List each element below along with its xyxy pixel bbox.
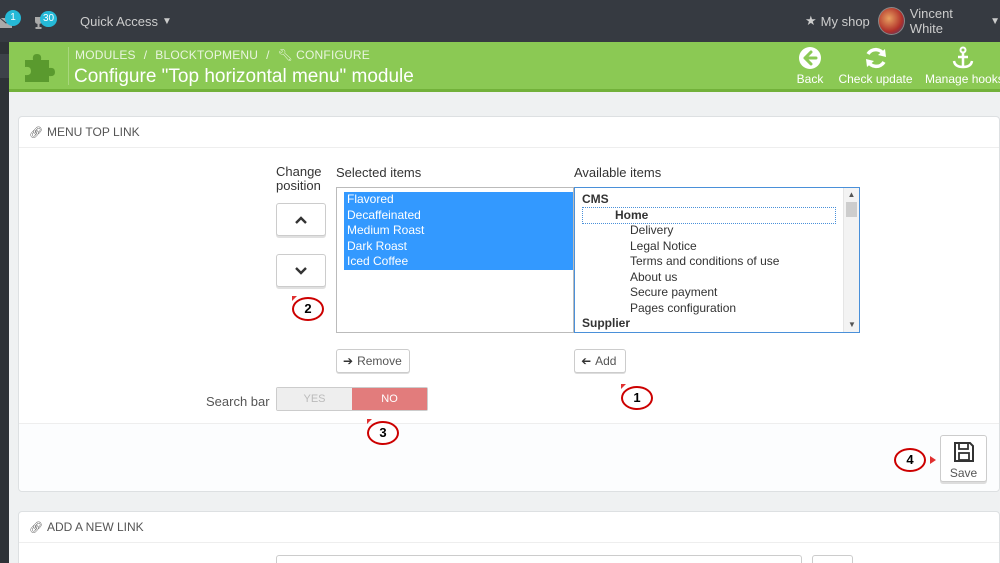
avatar (878, 7, 905, 35)
circle-arrow-left-icon (799, 47, 821, 69)
quick-access-label: Quick Access (80, 13, 159, 29)
selected-option[interactable]: Dark Roast (344, 238, 573, 254)
my-shop-link[interactable]: ★ My shop (805, 0, 870, 42)
available-items-listbox[interactable]: CMS Home Delivery Legal Notice Terms and con… (574, 187, 860, 333)
puzzle-icon (25, 54, 55, 82)
breadcrumb-configure: CONFIGURE (296, 48, 370, 62)
page-header: MODULES / BLOCKTOPMENU / 🔧︎ CONFIGURE Co… (9, 42, 1000, 92)
callout-1: 1 (621, 386, 653, 410)
callout-arrow (930, 456, 936, 464)
add-label: Add (595, 354, 617, 368)
panel-title: ADD A NEW LINK (46, 520, 144, 534)
callout-2: 2 (292, 297, 324, 321)
top-navbar: 1 30 Quick Access ▼ ★ My shop Vincent Wh… (0, 0, 1000, 42)
trophy-notifications[interactable]: 30 (32, 0, 58, 42)
listbox-scrollbar[interactable]: ▲ ▼ (843, 188, 859, 332)
search-bar-toggle[interactable]: YES NO (276, 387, 428, 411)
language-dropdown[interactable] (812, 555, 853, 563)
breadcrumb-modules[interactable]: MODULES (75, 48, 136, 62)
header-divider (68, 47, 69, 85)
anchor-icon (952, 46, 974, 69)
sidebar-active-item[interactable] (0, 54, 9, 78)
chevron-up-icon (295, 215, 307, 224)
caret-down-icon: ▼ (162, 15, 172, 27)
caret-down-icon: ▼ (990, 15, 1000, 27)
available-option[interactable]: Pages configuration (575, 301, 859, 317)
sidebar-collapsed (0, 42, 9, 563)
save-label: Save (949, 466, 978, 480)
remove-button[interactable]: ➔ Remove (336, 349, 410, 373)
available-option[interactable]: Legal Notice (575, 239, 859, 255)
link-label-input[interactable] (276, 555, 802, 563)
search-bar-label: Search bar (206, 394, 270, 409)
change-position-label: Change position (276, 164, 322, 193)
selected-items-label: Selected items (336, 165, 422, 180)
available-items-label: Available items (574, 165, 662, 180)
check-update-label: Check update (838, 72, 913, 86)
user-menu[interactable]: Vincent White ▼ (878, 0, 1000, 42)
my-shop-label: My shop (820, 13, 870, 29)
trophy-count-badge: 30 (40, 11, 58, 27)
available-option[interactable]: Home (582, 206, 836, 224)
available-option[interactable]: About us (575, 270, 859, 286)
callout-4: 4 (894, 448, 926, 472)
scroll-up-icon: ▲ (847, 190, 856, 199)
scroll-down-icon: ▼ (848, 320, 856, 329)
star-icon: ★ (805, 13, 817, 28)
scroll-thumb[interactable] (846, 202, 857, 217)
floppy-disk-icon (953, 442, 974, 462)
selected-option[interactable]: Iced Coffee (344, 254, 573, 270)
mail-notifications[interactable]: 1 (0, 0, 21, 42)
check-update-button[interactable]: Check update (838, 46, 913, 86)
breadcrumb-blocktopmenu[interactable]: BLOCKTOPMENU (155, 48, 258, 62)
available-option[interactable]: Delivery (575, 223, 859, 239)
user-name: Vincent White (909, 6, 953, 36)
available-items-list: CMS Home Delivery Legal Notice Terms and con… (575, 192, 859, 332)
available-option[interactable]: Secure payment (575, 285, 859, 301)
toggle-no-option[interactable]: NO (352, 388, 427, 410)
panel-footer (19, 423, 999, 491)
manage-hooks-label: Manage hooks (925, 72, 1000, 86)
manage-hooks-button[interactable]: Manage hooks (925, 46, 1000, 86)
breadcrumb: MODULES / BLOCKTOPMENU / 🔧︎ CONFIGURE (75, 48, 370, 62)
selected-option[interactable]: Medium Roast (344, 223, 573, 239)
quick-access-dropdown[interactable]: Quick Access ▼ (80, 0, 172, 42)
panel-heading: 🔗︎ ADD A NEW LINK (19, 512, 999, 543)
selected-items-list: Flavored Decaffeinated Medium Roast Dark Ro… (344, 192, 573, 270)
toggle-yes-option[interactable]: YES (277, 388, 352, 410)
page-title: Configure "Top horizontal menu" module (74, 66, 414, 87)
move-up-button[interactable] (276, 203, 326, 236)
back-label: Back (796, 72, 824, 86)
save-button[interactable]: Save (940, 435, 987, 482)
arrow-left-icon: ➔ (581, 354, 592, 368)
remove-label: Remove (357, 354, 402, 368)
mail-count-badge: 1 (5, 10, 21, 26)
panel-heading: 🔗︎ MENU TOP LINK (19, 117, 999, 148)
chevron-down-icon (295, 266, 307, 275)
breadcrumb-separator: / (143, 48, 148, 62)
link-icon: 🔗︎ (29, 521, 43, 534)
panel-title: MENU TOP LINK (46, 125, 140, 139)
breadcrumb-separator: / (266, 48, 270, 62)
move-down-button[interactable] (276, 254, 326, 287)
callout-3: 3 (367, 421, 399, 445)
refresh-icon (865, 47, 886, 69)
wrench-icon: 🔧︎ (277, 48, 294, 62)
selected-items-listbox[interactable]: Flavored Decaffeinated Medium Roast Dark Ro… (336, 187, 574, 333)
option-group: Supplier (582, 316, 631, 330)
add-button[interactable]: ➔ Add (574, 349, 626, 373)
selected-option[interactable]: Flavored (344, 192, 573, 208)
back-button[interactable]: Back (795, 46, 825, 86)
link-icon: 🔗︎ (29, 126, 43, 139)
option-group: CMS (582, 192, 609, 206)
selected-option[interactable]: Decaffeinated (344, 207, 573, 223)
arrow-right-icon: ➔ (343, 354, 354, 368)
available-option[interactable]: Terms and conditions of use (575, 254, 859, 270)
